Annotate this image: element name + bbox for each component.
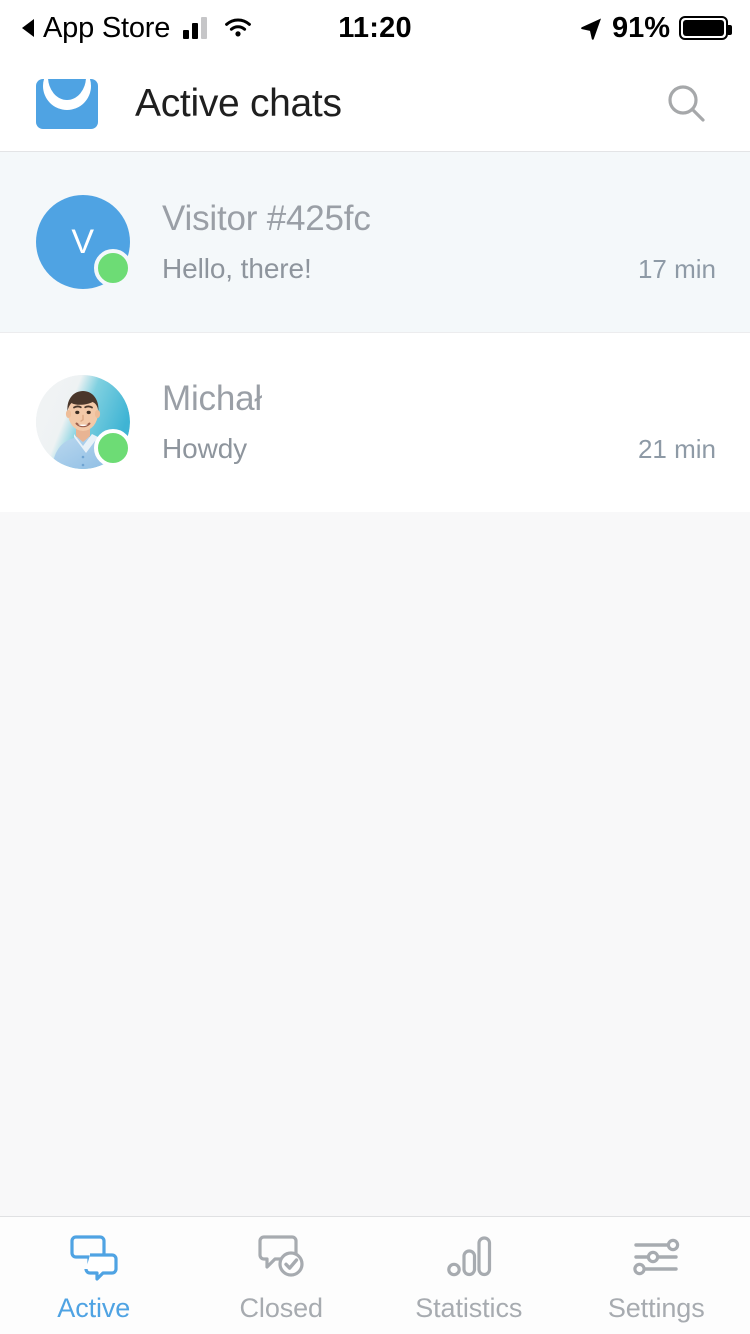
livechat-logo-icon — [36, 78, 98, 129]
chat-item-body: Visitor #425fc Hello, there! 17 min — [162, 199, 716, 285]
chat-item-preview: Hello, there! — [162, 253, 312, 284]
app-root: App Store 11:20 91% Active chats V Visit… — [0, 0, 750, 1334]
status-bar-back-label: App Store — [43, 11, 171, 44]
avatar — [36, 375, 132, 469]
chat-item-preview: Howdy — [162, 433, 248, 464]
cellular-signal-icon — [183, 17, 208, 39]
chat-item-timestamp: 17 min — [637, 254, 716, 284]
tab-closed[interactable]: Closed — [188, 1217, 376, 1334]
tab-label: Statistics — [415, 1292, 523, 1323]
chat-list: V Visitor #425fc Hello, there! 17 min Mi… — [0, 152, 750, 1216]
search-icon[interactable] — [656, 74, 716, 134]
status-bar: App Store 11:20 91% — [0, 0, 750, 56]
tab-settings[interactable]: Settings — [563, 1217, 750, 1334]
chat-list-item[interactable]: Michał Howdy 21 min — [0, 332, 750, 512]
tab-label: Settings — [607, 1292, 705, 1323]
status-bar-left[interactable]: App Store — [22, 12, 254, 45]
app-header: Active chats — [0, 56, 750, 152]
page-title: Active chats — [135, 81, 342, 125]
chat-check-icon — [253, 1232, 309, 1282]
triangle-left-icon — [22, 19, 34, 37]
tab-label: Closed — [239, 1292, 324, 1323]
avatar-initial-letter: V — [71, 222, 95, 261]
chat-item-body: Michał Howdy 21 min — [162, 379, 716, 465]
chat-list-item[interactable]: V Visitor #425fc Hello, there! 17 min — [0, 152, 750, 332]
online-status-dot — [94, 429, 132, 467]
battery-percent-label: 91% — [611, 11, 670, 44]
chat-item-timestamp: 21 min — [637, 434, 716, 464]
sliders-icon — [628, 1232, 684, 1282]
location-arrow-icon — [579, 16, 603, 40]
chat-bubbles-icon — [66, 1232, 122, 1282]
tab-active[interactable]: Active — [0, 1217, 188, 1334]
chat-item-name: Visitor #425fc — [162, 199, 371, 238]
status-bar-right: 91% — [579, 11, 732, 45]
battery-full-icon — [679, 16, 732, 40]
chat-item-name: Michał — [162, 379, 262, 418]
wifi-icon — [222, 16, 254, 40]
tab-statistics[interactable]: Statistics — [375, 1217, 563, 1334]
online-status-dot — [94, 249, 132, 287]
tab-label: Active — [57, 1292, 131, 1323]
bar-chart-icon — [441, 1232, 497, 1282]
bottom-tab-bar: Active Closed Statistics Settings — [0, 1216, 750, 1334]
avatar: V — [36, 195, 132, 289]
